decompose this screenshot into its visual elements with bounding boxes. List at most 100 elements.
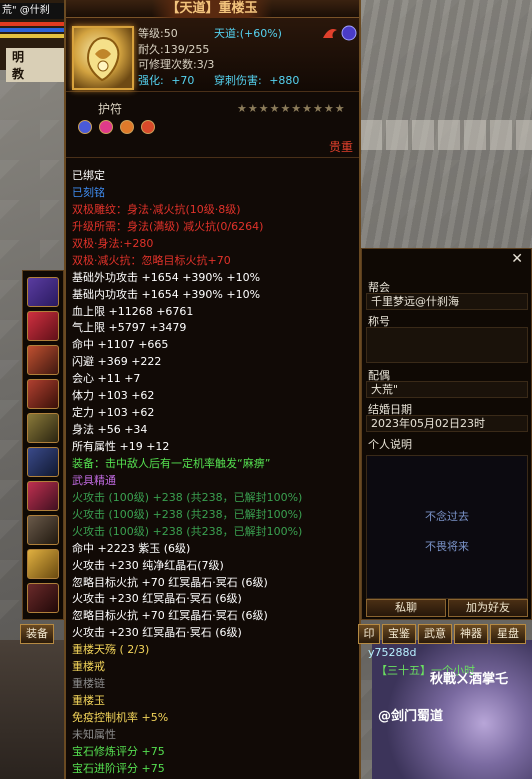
- attribute-line: 重楼天殇 ( 2/3): [72, 643, 150, 657]
- attribute-line: 基础内功攻击 +1654 +390% +10%: [72, 287, 261, 301]
- rune-orange-icon: [120, 120, 135, 134]
- player-name: 荒" @什刹: [0, 3, 64, 19]
- jade-pendant-icon: [72, 26, 134, 90]
- player-status: 荒" @什刹 明 教: [0, 0, 64, 82]
- equip-slot-8[interactable]: [27, 515, 59, 545]
- attribute-line: 会心 +11 +7: [72, 372, 141, 386]
- attribute-line: 体力 +103 +62: [72, 389, 155, 403]
- tab-baojian[interactable]: 宝鉴: [382, 624, 416, 644]
- attribute-line: 忽略目标火抗 +70 红冥晶石·冥石 (6级): [72, 575, 268, 589]
- attribute-line: 气上限 +5797 +3479: [72, 321, 187, 335]
- equip-slot-9[interactable]: [27, 549, 59, 579]
- rage-bar: [0, 34, 64, 38]
- rune-red-icon: [141, 120, 156, 134]
- pierce-value: +880: [269, 74, 300, 87]
- attribute-line: 已刻铭: [72, 185, 105, 199]
- attribute-line: 双极·身法:+280: [72, 236, 154, 250]
- attribute-line: 重楼链: [72, 677, 105, 691]
- amulet-label: 护符: [98, 102, 123, 116]
- bio-box: 不念过去 不畏将来: [366, 455, 528, 599]
- bio-line-2: 不畏将来: [425, 540, 469, 553]
- title-field: [366, 327, 528, 363]
- enhance-label: 强化:: [138, 74, 164, 87]
- attribute-line: 火攻击 +230 红冥晶石·冥石 (6级): [72, 592, 242, 606]
- tooltip-attributes: 已绑定已刻铭双极雕纹：身法·减火抗(10级·8级) 升级所需：身法(满级) 减火抗…: [66, 157, 359, 779]
- attribute-line: 基础外功攻击 +1654 +390% +10%: [72, 270, 261, 284]
- tab-seal[interactable]: 印: [358, 624, 380, 644]
- equip-slot-7[interactable]: [27, 481, 59, 511]
- attribute-line: 火攻击 (100级) +238 (共238，已解封100%): [72, 524, 303, 538]
- item-title: 【天道】重楼玉: [152, 0, 272, 18]
- bio-label: 个人说明: [368, 438, 412, 451]
- tab-wuyi[interactable]: 武意: [418, 624, 452, 644]
- player-info-panel: ✕ 帮会 千里梦远@什刹海 称号 配偶 大荒" 结婚日期 2023年05月02日…: [361, 248, 532, 620]
- attribute-line: 宝石进阶评分 +75: [72, 761, 165, 775]
- attribute-line: 重楼玉: [72, 694, 105, 708]
- scene-lower-left: [0, 640, 70, 779]
- attribute-line: 双极·减火抗：忽略目标火抗+70: [72, 253, 231, 267]
- pierce-row: 穿刺伤害: +880: [214, 73, 299, 88]
- attribute-line: 已绑定: [72, 169, 105, 182]
- equipment-slot-column: [22, 270, 64, 620]
- pierce-label: 穿刺伤害:: [214, 74, 262, 87]
- rune-blue-icon: [78, 120, 92, 134]
- tab-xingpan[interactable]: 星盘: [490, 624, 526, 644]
- hp-bar: [0, 22, 64, 26]
- enhance-row: 强化: +70: [138, 73, 194, 88]
- attribute-line: 免疫控制机率 +5%: [72, 711, 169, 724]
- gem-corner-icons: [321, 24, 361, 42]
- equip-slot-10[interactable]: [27, 583, 59, 613]
- attribute-line: 命中 +1107 +665: [72, 338, 169, 352]
- repair-count: 可修理次数:3/3: [138, 58, 215, 71]
- attribute-line: 定力 +103 +62: [72, 406, 155, 420]
- attribute-line: 宝石修炼评分 +75: [72, 744, 165, 758]
- guild-field: 千里梦远@什刹海: [366, 293, 528, 310]
- equip-slot-3[interactable]: [27, 345, 59, 375]
- chat-line-1: y75288d: [368, 646, 417, 659]
- private-chat-button[interactable]: 私聊: [366, 599, 446, 617]
- tab-shenqi[interactable]: 神器: [454, 624, 488, 644]
- equip-slot-6[interactable]: [27, 447, 59, 477]
- attribute-line: 武具精通: [72, 473, 116, 487]
- equip-slot-2[interactable]: [27, 311, 59, 341]
- enhance-value: +70: [171, 74, 195, 87]
- tab-bar: 印 宝鉴 武意 神器 星盘: [358, 624, 532, 644]
- item-tooltip: 【天道】重楼玉 等级:50 天道:(+60%) 耐久:139/255 可修理次数…: [64, 0, 361, 779]
- attribute-line: 重楼戒: [72, 660, 105, 674]
- item-level: 等级:50: [138, 27, 178, 40]
- add-friend-button[interactable]: 加为好友: [448, 599, 528, 617]
- attribute-line: 火攻击 (100级) +238 (共238，已解封100%): [72, 490, 303, 504]
- durability: 耐久:139/255: [138, 43, 210, 56]
- tiandao-bonus: 天道:(+60%): [214, 27, 282, 40]
- wall-balustrade: [360, 120, 532, 150]
- chat-line-3: 秋戰ㄨ酒掌乇: [430, 672, 509, 687]
- faction-label: 明 教: [6, 48, 64, 82]
- attribute-line: 双极雕纹：身法·减火抗(10级·8级): [72, 202, 241, 216]
- chat-line-4: @剑门蜀道: [378, 709, 444, 724]
- tab-equipment[interactable]: 装备: [20, 624, 54, 644]
- attribute-line: 血上限 +11268 +6761: [72, 304, 194, 318]
- attribute-line: 命中 +2223 紫玉 (6级): [72, 541, 191, 555]
- attribute-line: 火攻击 +230 红冥晶石·冥石 (6级): [72, 626, 242, 640]
- noble-tag: 贵重: [328, 140, 353, 154]
- tooltip-titlebar: 【天道】重楼玉: [66, 0, 359, 18]
- attribute-line: 装备：击中敌人后有一定机率触发“麻痹”: [72, 456, 271, 470]
- wedding-field: 2023年05月02日23时: [366, 415, 528, 432]
- equip-slot-5[interactable]: [27, 413, 59, 443]
- attribute-line: 未知属性: [72, 727, 116, 741]
- equip-slot-1[interactable]: [27, 277, 59, 307]
- equip-slot-4[interactable]: [27, 379, 59, 409]
- bio-line-1: 不念过去: [425, 510, 469, 523]
- rune-pink-icon: [99, 120, 114, 134]
- mp-bar: [0, 28, 64, 32]
- spouse-field: 大荒": [366, 381, 528, 398]
- attribute-line: 身法 +56 +34: [72, 423, 148, 437]
- attribute-line: 升级所需：身法(满级) 减火抗(0/6264): [72, 219, 264, 233]
- close-icon[interactable]: ✕: [511, 251, 523, 267]
- amulet-runes: [78, 119, 157, 135]
- attribute-line: 所有属性 +19 +12: [72, 440, 170, 453]
- attribute-line: 火攻击 +230 纯净红晶石(7级): [72, 558, 224, 572]
- attribute-line: 闪避 +369 +222: [72, 355, 162, 369]
- attribute-line: 忽略目标火抗 +70 红冥晶石·冥石 (6级): [72, 609, 268, 623]
- attribute-line: 火攻击 (100级) +238 (共238，已解封100%): [72, 507, 303, 521]
